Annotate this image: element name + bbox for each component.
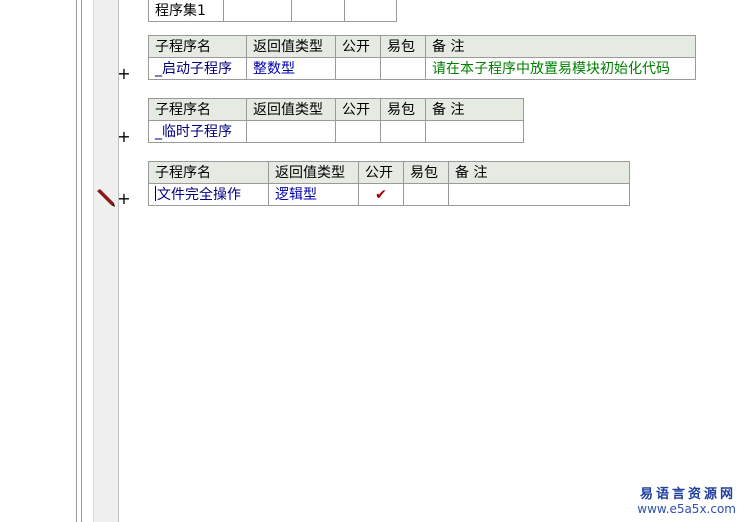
- subroutine-table: 子程序名 返回值类型 公开 易包 备 注 _临时子程序: [148, 98, 524, 143]
- subroutine-public[interactable]: [335, 57, 381, 80]
- header-public: 公开: [358, 161, 404, 184]
- header-easy-pack: 易包: [380, 98, 426, 121]
- header-sub-name: 子程序名: [148, 161, 269, 184]
- subroutine-remark[interactable]: 请在本子程序中放置易模块初始化代码: [425, 57, 696, 80]
- header-remark: 备 注: [425, 35, 696, 58]
- editor-margin-line: [81, 0, 82, 522]
- subroutine-easy-pack[interactable]: [380, 57, 426, 80]
- subroutine-return-type[interactable]: 整数型: [246, 57, 336, 80]
- subroutine-return-type[interactable]: 逻辑型: [268, 183, 359, 206]
- text-cursor: [155, 185, 156, 201]
- subroutine-return-type[interactable]: [246, 120, 336, 143]
- subroutine-remark[interactable]: [448, 183, 630, 206]
- header-public: 公开: [335, 35, 381, 58]
- assembly-name[interactable]: 程序集1: [148, 0, 224, 22]
- watermark-title: 易语言资源网: [639, 487, 736, 502]
- table-cell[interactable]: [344, 0, 397, 22]
- table-row: 文件完全操作 逻辑型 ✔: [148, 183, 630, 206]
- public-checkmark-icon[interactable]: ✔: [358, 183, 404, 206]
- expand-icon[interactable]: +: [117, 191, 131, 207]
- subroutine-public[interactable]: [335, 120, 381, 143]
- table-row: _临时子程序: [148, 120, 524, 143]
- subroutine-name[interactable]: 文件完全操作: [148, 183, 269, 206]
- expand-icon[interactable]: +: [117, 129, 131, 145]
- header-sub-name: 子程序名: [148, 35, 247, 58]
- editor-margin-line: [76, 0, 77, 522]
- assembly-table: 程序集1: [148, 0, 397, 22]
- header-sub-name: 子程序名: [148, 98, 247, 121]
- header-remark: 备 注: [425, 98, 524, 121]
- subroutine-name-text: 文件完全操作: [157, 186, 241, 203]
- subroutine-table: 子程序名 返回值类型 公开 易包 备 注 _启动子程序 整数型 请在本子程序中放…: [148, 35, 696, 80]
- header-return-type: 返回值类型: [246, 98, 336, 121]
- table-cell[interactable]: [223, 0, 292, 22]
- table-cell[interactable]: [291, 0, 345, 22]
- subroutine-easy-pack[interactable]: [403, 183, 449, 206]
- expand-icon[interactable]: +: [117, 66, 131, 82]
- subroutine-remark[interactable]: [425, 120, 524, 143]
- pencil-icon: [97, 189, 115, 207]
- header-public: 公开: [335, 98, 381, 121]
- header-easy-pack: 易包: [380, 35, 426, 58]
- watermark-logo: 易语言资源网 www.e5a5x.com: [637, 483, 736, 516]
- subroutine-name[interactable]: _临时子程序: [148, 120, 247, 143]
- table-header-row: 子程序名 返回值类型 公开 易包 备 注: [148, 98, 524, 121]
- header-return-type: 返回值类型: [246, 35, 336, 58]
- header-remark: 备 注: [448, 161, 630, 184]
- subroutine-table: 子程序名 返回值类型 公开 易包 备 注 文件完全操作 逻辑型 ✔: [148, 161, 630, 206]
- table-row: 程序集1: [148, 0, 397, 22]
- table-header-row: 子程序名 返回值类型 公开 易包 备 注: [148, 161, 630, 184]
- table-header-row: 子程序名 返回值类型 公开 易包 备 注: [148, 35, 696, 58]
- table-row: _启动子程序 整数型 请在本子程序中放置易模块初始化代码: [148, 57, 696, 80]
- header-return-type: 返回值类型: [268, 161, 359, 184]
- watermark-url: www.e5a5x.com: [637, 502, 736, 516]
- subroutine-name[interactable]: _启动子程序: [148, 57, 247, 80]
- subroutine-easy-pack[interactable]: [380, 120, 426, 143]
- editor-gutter: [93, 0, 119, 522]
- header-easy-pack: 易包: [403, 161, 449, 184]
